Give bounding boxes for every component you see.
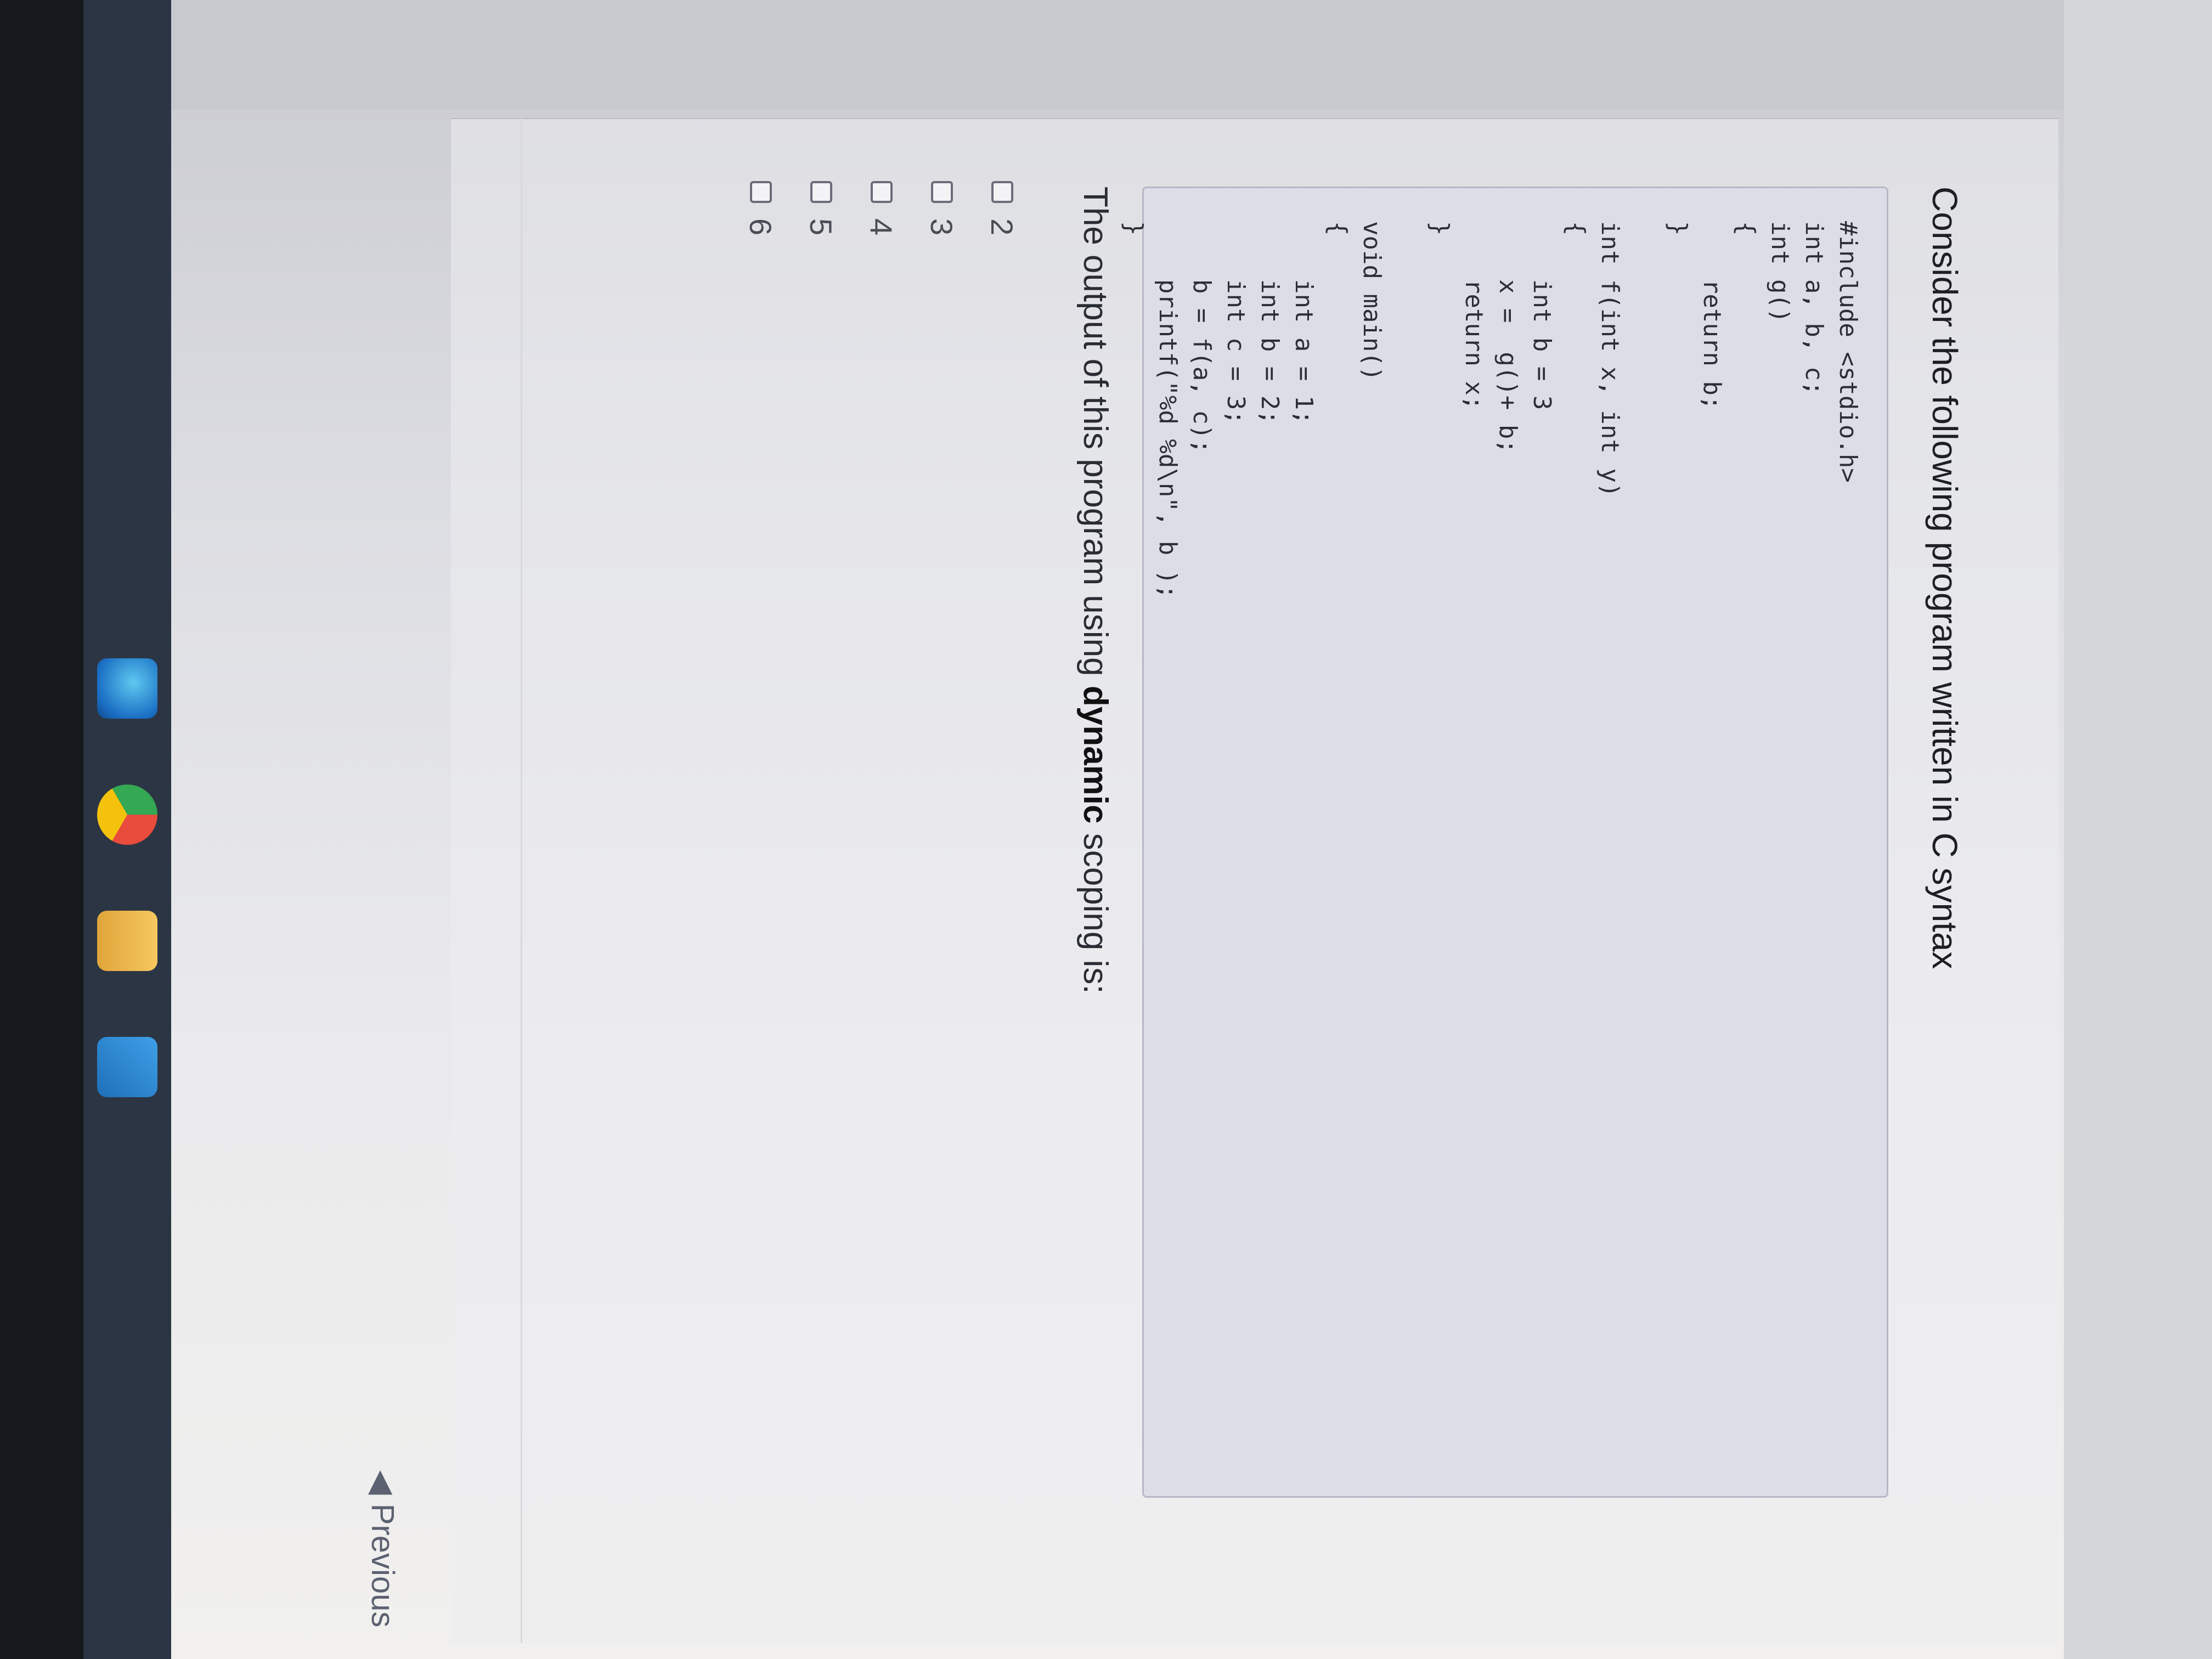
option-label: 3 [924, 218, 960, 236]
previous-button[interactable]: ◀ Previous [364, 1470, 402, 1627]
prompt-text-after: scoping is: [1076, 823, 1114, 994]
answer-option[interactable]: 5 [791, 181, 851, 235]
answer-option[interactable]: 6 [731, 181, 791, 235]
checkbox-icon[interactable] [750, 181, 772, 203]
chevron-left-icon: ◀ [365, 1470, 400, 1504]
option-label: 4 [864, 218, 899, 236]
answer-options: 2 3 4 5 6 [731, 181, 1032, 235]
prompt-text-before: The output of this program using [1076, 187, 1114, 686]
mail-icon[interactable] [97, 1037, 157, 1097]
left-navigation-rail [83, 0, 2064, 110]
chrome-icon[interactable] [97, 785, 157, 845]
checkbox-icon[interactable] [931, 181, 953, 203]
checkbox-icon[interactable] [871, 181, 893, 203]
checkbox-icon[interactable] [991, 181, 1013, 203]
section-divider [521, 118, 522, 1643]
answer-option[interactable]: 4 [851, 181, 912, 235]
code-block: #include <stdio.h> int a, b, c; int g() … [1120, 187, 1888, 1498]
question-prompt: The output of this program using dynamic… [1076, 187, 1115, 994]
answer-option[interactable]: 2 [972, 181, 1032, 235]
edge-icon[interactable] [97, 658, 157, 719]
browser-top-strip [2064, 0, 2212, 1659]
option-label: 6 [743, 218, 778, 236]
code-text: #include <stdio.h> int a, b, c; int g() … [1120, 221, 1862, 599]
file-explorer-icon[interactable] [97, 911, 157, 971]
checkbox-icon[interactable] [810, 181, 832, 203]
option-label: 2 [985, 218, 1020, 236]
quiz-screen: Consider the following program written i… [83, 0, 2212, 1659]
option-label: 5 [804, 218, 839, 236]
question-title: Consider the following program written i… [1925, 187, 1965, 969]
answer-option[interactable]: 3 [912, 181, 972, 235]
prompt-emphasis: dynamic [1076, 685, 1114, 824]
previous-label: Previous [365, 1503, 400, 1628]
